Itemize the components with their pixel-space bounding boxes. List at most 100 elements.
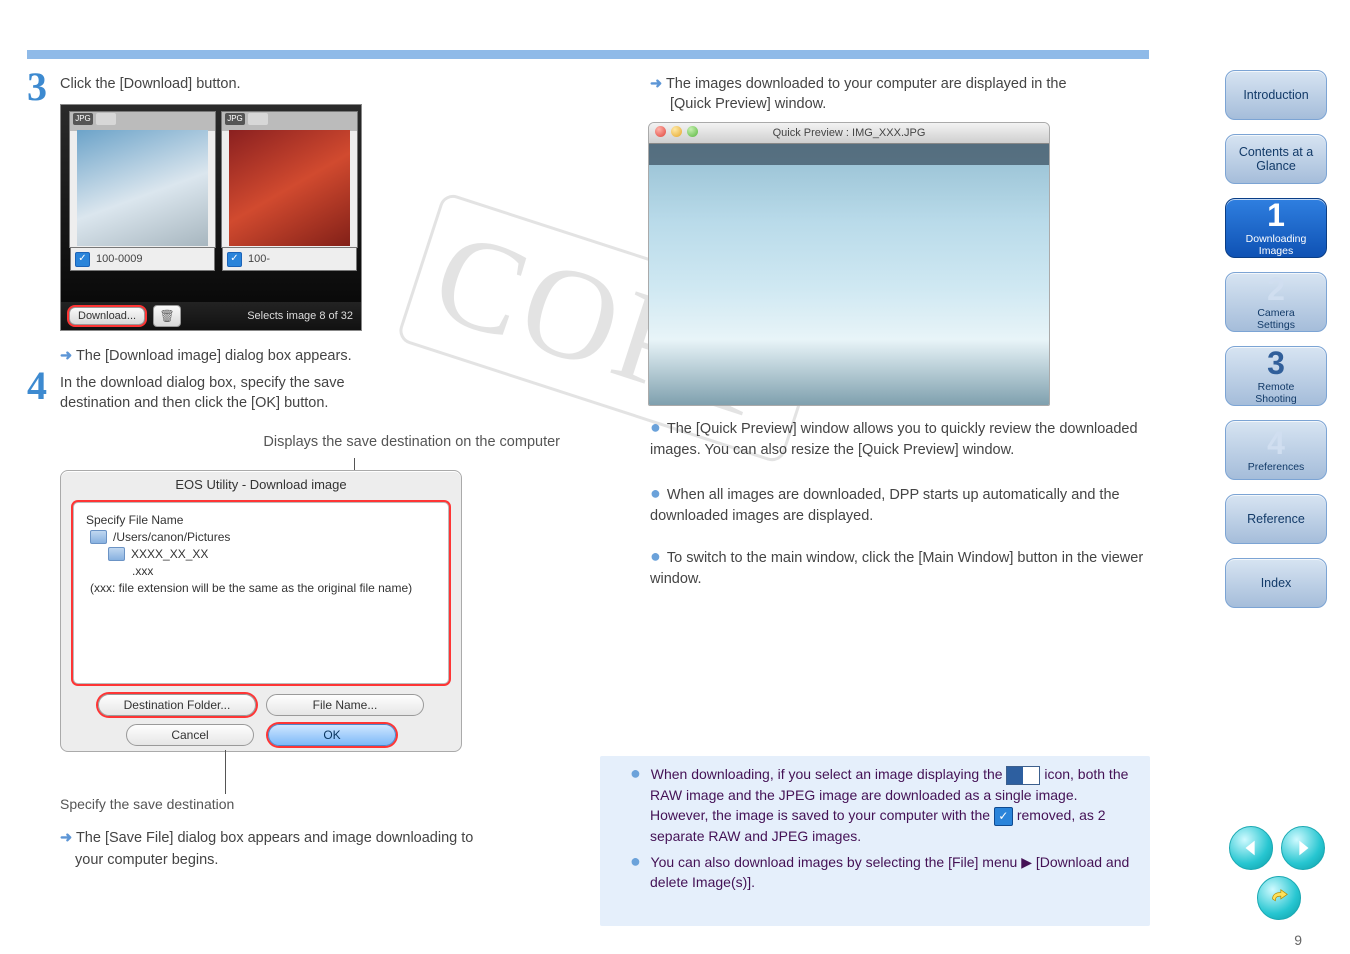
sidebar-nav: Introduction Contents at a Glance 1 Down… (1225, 70, 1325, 622)
thumbnail-image (229, 130, 350, 246)
label: CameraSettings (1257, 307, 1295, 331)
tip-quick-preview: ●The [Quick Preview] window allows you t… (650, 418, 1140, 461)
bullet-icon: ● (650, 546, 661, 566)
mac-traffic-lights[interactable] (655, 126, 698, 137)
thumbnail-filename: 100-0009 (96, 253, 143, 265)
download-image-dialog: EOS Utility - Download image Specify Fil… (60, 470, 462, 752)
badge-jpg-raw: JPG (73, 113, 93, 125)
destination-folder-button[interactable]: Destination Folder... (98, 694, 256, 716)
label: Index (1261, 576, 1292, 590)
triangle-right-icon (1292, 837, 1314, 859)
sidebar-item-camera-settings[interactable]: 2 CameraSettings (1225, 272, 1327, 332)
callout-specify-save-destination: Specify the save destination (60, 796, 234, 812)
right-line2: [Quick Preview] window. (670, 96, 826, 112)
sidebar-item-preferences[interactable]: 4 Preferences (1225, 420, 1327, 480)
return-arrow-icon (1268, 887, 1290, 909)
sidebar-item-number: 3 (1267, 345, 1285, 382)
page-nav (1229, 826, 1325, 870)
sidebar-item-index[interactable]: Index (1225, 558, 1327, 608)
folder-icon (108, 547, 125, 561)
dialog-ext: .xxx (132, 564, 153, 578)
sidebar-item-number: 2 (1267, 271, 1285, 308)
label: DownloadingImages (1246, 233, 1307, 257)
label: Reference (1247, 512, 1305, 526)
sidebar-item-downloading-images[interactable]: 1 DownloadingImages (1225, 198, 1327, 258)
bullet-icon: ● (650, 483, 661, 503)
text: The [Download image] dialog box appears. (76, 348, 352, 364)
note-text: images. (812, 828, 861, 844)
next-page-button[interactable] (1281, 826, 1325, 870)
page-number: 9 (1294, 932, 1302, 948)
save-file-dialog-line2: your computer begins. (75, 850, 218, 871)
text: When all images are downloaded, DPP star… (650, 487, 1120, 524)
bullet-icon: ● (630, 851, 641, 871)
trash-icon[interactable]: 🗑 (153, 305, 181, 327)
sidebar-item-reference[interactable]: Reference (1225, 494, 1327, 544)
tip-switch-main-window: ●To switch to the main window, click the… (650, 547, 1150, 590)
step-4-text-line1: In the download dialog box, specify the … (60, 375, 345, 391)
return-button[interactable] (1257, 876, 1301, 920)
dialog-body: Specify File Name /Users/canon/Pictures … (73, 502, 449, 684)
download-button[interactable]: Download... (69, 307, 145, 325)
download-dialog-appears-text: ➜ The [Download image] dialog box appear… (60, 348, 352, 364)
step-3-text: Click the [Download] button. (60, 76, 241, 92)
folder-icon (90, 530, 107, 544)
file-name-button[interactable]: File Name... (266, 694, 424, 716)
sidebar-item-remote-shooting[interactable]: 3 RemoteShooting (1225, 346, 1327, 406)
thumbnail-card[interactable]: JPG ✓ 100- (221, 111, 358, 248)
cancel-button[interactable]: Cancel (126, 724, 254, 746)
sidebar-item-number: 4 (1267, 425, 1285, 462)
text: To switch to the main window, click the … (650, 550, 1143, 587)
triangle-left-icon (1240, 837, 1262, 859)
thumbnail-check-icon[interactable]: ✓ (75, 252, 90, 267)
preview-title-text: Quick Preview : IMG_XXX.JPG (773, 127, 926, 139)
bullet-icon: ● (650, 417, 661, 437)
thumbnail-check-icon[interactable]: ✓ (227, 252, 242, 267)
dialog-subfolder: XXXX_XX_XX (131, 547, 208, 561)
zoom-icon[interactable] (687, 126, 698, 137)
dialog-path: /Users/canon/Pictures (113, 530, 230, 544)
ok-button[interactable]: OK (268, 724, 396, 746)
callout-displays-save-destination: Displays the save destination on the com… (60, 434, 560, 450)
tip-dpp-starts: ●When all images are downloaded, DPP sta… (650, 484, 1150, 527)
thumbnail-card[interactable]: JPG ✓ 100-0009 (69, 111, 216, 248)
minimize-icon[interactable] (671, 126, 682, 137)
step-3-number: 3 (27, 63, 47, 110)
dialog-ext-note: (xxx: file extension will be the same as… (90, 581, 412, 595)
header-rule (27, 50, 1149, 59)
arrow-right-icon: ➜ (60, 348, 72, 364)
quick-preview-window: Quick Preview : IMG_XXX.JPG (648, 122, 1050, 406)
sidebar-item-introduction[interactable]: Introduction (1225, 70, 1327, 120)
prev-page-button[interactable] (1229, 826, 1273, 870)
dialog-heading: Specify File Name (86, 513, 436, 527)
jpg-raw-badge-icon (1006, 766, 1040, 785)
badge-doc-icon (248, 113, 268, 125)
note-text: computer with the (880, 807, 994, 823)
arrow-right-icon: ➜ (650, 76, 662, 92)
callout-line (225, 750, 226, 794)
thumbnail-image (77, 130, 208, 246)
save-file-dialog-line: ➜ The [Save File] dialog box appears and… (60, 830, 473, 846)
text: The [Save File] dialog box appears and i… (76, 830, 473, 846)
arrow-right-icon: ➜ (60, 830, 72, 846)
step-4-number: 4 (27, 362, 47, 409)
selection-count-label: Selects image 8 of 32 (247, 310, 353, 322)
sidebar-item-contents[interactable]: Contents at a Glance (1225, 134, 1327, 184)
badge-jpg-raw: JPG (225, 113, 245, 125)
sidebar-item-number: 1 (1267, 197, 1285, 234)
text: The [Quick Preview] window allows you to… (650, 421, 1138, 458)
note-panel: ● When downloading, if you select an ima… (600, 756, 1150, 926)
preview-image (649, 143, 1049, 405)
right-line: ➜ The images downloaded to your computer… (650, 76, 1067, 92)
thumbnail-filename: 100- (248, 253, 270, 265)
label: RemoteShooting (1255, 381, 1296, 405)
bullet-icon: ● (630, 763, 641, 783)
badge-doc-icon (96, 113, 116, 125)
label: Contents at a Glance (1226, 145, 1326, 174)
text: The images downloaded to your computer a… (666, 76, 1067, 92)
note-text: When downloading, if you select an image… (651, 766, 1007, 782)
close-icon[interactable] (655, 126, 666, 137)
label: Introduction (1243, 88, 1308, 102)
check-icon: ✓ (994, 807, 1013, 826)
note-text: You can also download images by selectin… (650, 854, 1129, 890)
